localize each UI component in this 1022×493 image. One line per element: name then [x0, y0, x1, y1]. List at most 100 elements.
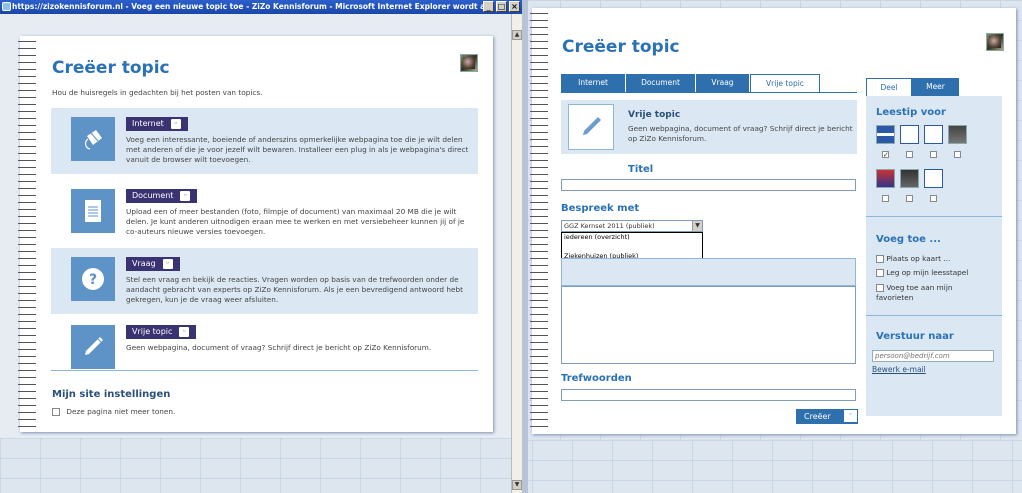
close-button[interactable]: ×	[509, 1, 520, 12]
chevron-down-icon[interactable]: ▼	[692, 221, 702, 231]
hide-page-checkbox[interactable]	[52, 408, 60, 416]
option-row-vrije-topic: Vrije topic ᵕ Geen webpagina, document of…	[51, 316, 478, 382]
avatar-thumb[interactable]	[900, 125, 919, 144]
plaats-op-kaart-option[interactable]: Plaats op kaart ...	[876, 254, 950, 264]
right-page-title: Creëer topic	[562, 37, 680, 57]
avatar-thumb[interactable]	[876, 169, 895, 188]
tags-label: Trefwoorden	[561, 373, 632, 384]
tab-vrije-topic[interactable]: Vrije topic	[750, 74, 820, 92]
smiley-icon: ᵕ	[844, 410, 857, 422]
divider	[866, 315, 1002, 316]
window-gap	[522, 0, 528, 493]
right-background-grid	[532, 440, 1016, 493]
plaats-label: Plaats op kaart ...	[886, 254, 951, 263]
pen-icon[interactable]	[71, 325, 115, 369]
document-icon[interactable]	[71, 189, 115, 233]
vertical-scrollbar[interactable]: ▲ ▼	[511, 14, 522, 493]
document-description: Upload een of meer bestanden (foto, film…	[126, 207, 465, 236]
svg-text:?: ?	[89, 272, 97, 288]
intro-text: Hou de huisregels in gedachten bij het p…	[52, 88, 263, 97]
message-textarea[interactable]	[561, 286, 856, 364]
scroll-down-icon[interactable]: ▼	[512, 480, 522, 490]
option-row-document: Document ᵕ Upload een of meer bestanden (…	[51, 180, 478, 246]
ie-logo-icon	[2, 2, 11, 11]
ie-background-grid	[0, 438, 511, 493]
right-avatar[interactable]	[986, 33, 1004, 51]
leesstapel-option[interactable]: Leg op mijn leesstapel	[876, 268, 968, 278]
dropdown-option[interactable]: iedereen (overzicht)	[562, 233, 702, 243]
leesstapel-checkbox[interactable]	[876, 269, 884, 277]
spiral-binding	[18, 38, 36, 428]
tab-internet[interactable]: Internet	[561, 74, 626, 92]
favorieten-label: Voeg toe aan mijn favorieten	[876, 283, 953, 302]
tags-input[interactable]	[561, 389, 856, 401]
scroll-up-icon[interactable]: ▲	[512, 30, 522, 40]
option-row-internet: Internet ᵕ Voeg een interessante, boeiend…	[51, 108, 478, 174]
favorieten-option[interactable]: Voeg toe aan mijn favorieten	[876, 283, 986, 303]
title-label: Titel	[628, 164, 654, 175]
editor-toolbar	[561, 258, 856, 286]
divider	[51, 370, 478, 371]
bespreek-select[interactable]: GGZ Kernset 2011 (publiek) ▼	[561, 220, 703, 232]
leestip-checkbox-3[interactable]	[930, 151, 937, 158]
internet-button[interactable]: Internet ᵕ	[126, 117, 188, 131]
avatar-thumb[interactable]	[948, 125, 967, 144]
leestip-checkbox-5[interactable]	[882, 195, 889, 202]
avatar-thumb[interactable]	[876, 125, 895, 144]
page-title: Creëer topic	[52, 58, 170, 78]
smiley-icon: ᵕ	[178, 326, 191, 338]
favorieten-checkbox[interactable]	[876, 284, 884, 292]
voeg-toe-heading: Voeg toe ...	[876, 234, 941, 245]
leestip-checkbox-7[interactable]	[930, 195, 937, 202]
edit-email-link[interactable]: Bewerk e-mail	[872, 365, 926, 374]
spiral-binding-right	[530, 10, 548, 430]
maximize-button[interactable]: □	[496, 1, 507, 12]
vraag-description: Stel een vraag en bekijk de reacties. Vr…	[126, 275, 463, 304]
ie-window: https://zizokennisforum.nl - Voeg een ni…	[0, 0, 522, 493]
title-input[interactable]	[561, 179, 856, 191]
email-input[interactable]	[872, 350, 994, 362]
minimize-button[interactable]: _	[483, 1, 494, 12]
hide-page-label: Deze pagina niet meer tonen.	[66, 407, 176, 416]
mouse-icon[interactable]	[71, 117, 115, 161]
avatar[interactable]	[460, 54, 478, 72]
avatar-thumb[interactable]	[924, 169, 943, 188]
vrije-topic-description: Geen webpagina, document of vraag? Schri…	[126, 343, 432, 352]
avatar-thumb[interactable]	[900, 169, 919, 188]
document-button[interactable]: Document ᵕ	[126, 189, 198, 203]
plaats-checkbox[interactable]	[876, 255, 884, 263]
create-button[interactable]: Creëer ᵕ	[796, 409, 858, 424]
verstuur-heading: Verstuur naar	[876, 331, 954, 342]
leestip-checkbox-6[interactable]	[906, 195, 913, 202]
settings-heading: Mijn site instellingen	[52, 389, 171, 400]
leestip-checkbox-2[interactable]	[906, 151, 913, 158]
vraag-button[interactable]: Vraag ᵕ	[126, 257, 180, 271]
topic-type-tabs: Internet Document Vraag Vrije topic	[561, 74, 820, 92]
window-title: https://zizokennisforum.nl - Voeg een ni…	[0, 0, 522, 14]
option-row-vraag: ? Vraag ᵕ Stel een vraag en bekijk de rea…	[51, 248, 478, 314]
tab-deel[interactable]: Deel	[866, 78, 912, 96]
divider	[866, 216, 1002, 217]
tab-underline	[561, 92, 857, 93]
bespreek-select-value: GGZ Kernset 2011 (publiek)	[564, 222, 655, 230]
dropdown-option	[562, 243, 702, 253]
question-icon[interactable]: ?	[71, 257, 115, 301]
pen-icon	[568, 104, 614, 150]
leestip-heading: Leestip voor	[876, 107, 946, 118]
tab-document[interactable]: Document	[626, 74, 696, 92]
tab-meer[interactable]: Meer	[912, 78, 960, 96]
topic-heading: Vrije topic	[628, 110, 681, 120]
bespreek-label: Bespreek met	[561, 203, 640, 214]
smiley-icon: ᵕ	[179, 190, 192, 202]
leestip-checkbox-4[interactable]	[954, 151, 961, 158]
vrije-topic-button[interactable]: Vrije topic ᵕ	[126, 325, 197, 339]
internet-description: Voeg een interessante, boeiende of ander…	[126, 135, 469, 164]
create-button-label: Creëer	[804, 412, 831, 421]
leesstapel-label: Leg op mijn leesstapel	[886, 268, 969, 277]
hide-page-option: Deze pagina niet meer tonen.	[52, 407, 175, 416]
avatar-thumb[interactable]	[924, 125, 943, 144]
smiley-icon: ᵕ	[161, 258, 174, 270]
topic-description: Geen webpagina, document of vraag? Schri…	[628, 124, 853, 143]
leestip-checkbox-1[interactable]: ✓	[882, 151, 889, 159]
tab-vraag[interactable]: Vraag	[696, 74, 750, 92]
